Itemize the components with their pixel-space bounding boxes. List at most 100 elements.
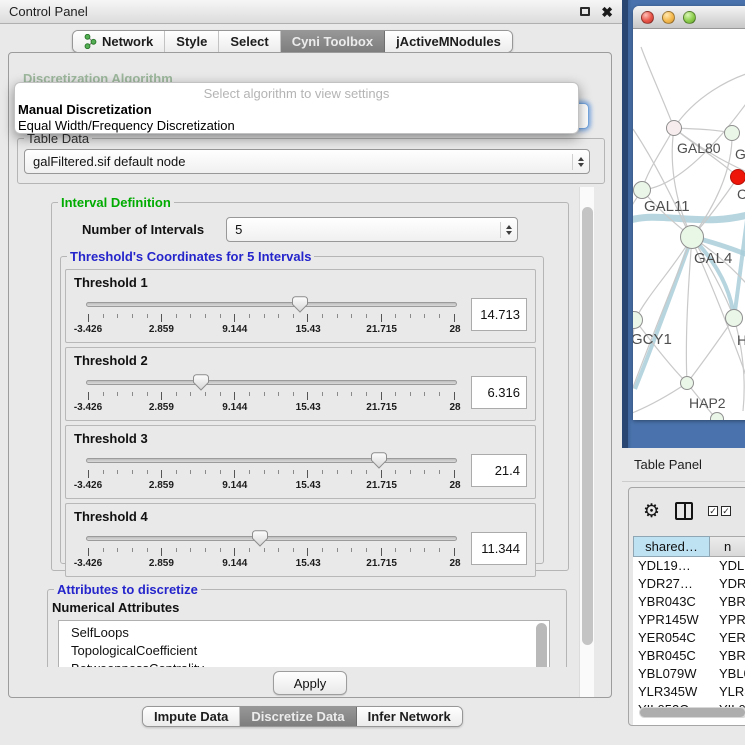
- table-row[interactable]: YER054CYER0: [633, 629, 745, 647]
- slider-thumb[interactable]: [292, 296, 308, 313]
- tab-label: Network: [102, 34, 153, 49]
- network-node-c[interactable]: [730, 169, 745, 185]
- tick-label: -3.426: [74, 480, 102, 491]
- cell-name: YPR1: [710, 611, 745, 629]
- network-node[interactable]: [710, 412, 724, 420]
- number-of-intervals-combobox[interactable]: 5: [226, 217, 518, 242]
- attributes-list-scrollbar[interactable]: [536, 623, 547, 667]
- panel-vertical-scrollbar[interactable]: [579, 187, 594, 697]
- threshold-1-value[interactable]: 14.713: [471, 298, 527, 331]
- control-panel-titlebar: Control Panel ✖: [0, 0, 622, 24]
- minimize-traffic-light-icon[interactable]: [662, 11, 675, 24]
- slider-ticks: [88, 392, 455, 401]
- tab-label: Cyni Toolbox: [292, 34, 373, 49]
- threshold-4-value[interactable]: 11.344: [471, 532, 527, 565]
- tab-network[interactable]: Network: [73, 31, 165, 52]
- threshold-3-value[interactable]: 21.4: [471, 454, 527, 487]
- table-data-combobox[interactable]: galFiltered.sif default node: [24, 149, 590, 174]
- attribute-item-topologicalcoefficient[interactable]: TopologicalCoefficient: [59, 642, 549, 660]
- columns-icon[interactable]: [675, 502, 693, 520]
- slider-track[interactable]: [86, 536, 457, 541]
- tick-label: 28: [449, 402, 460, 413]
- threshold-slider-3[interactable]: -3.4262.8599.14415.4321.71528: [86, 447, 457, 493]
- tick-label: 21.715: [366, 558, 397, 569]
- thresholds-group: Threshold's Coordinates for 5 Intervals …: [60, 256, 544, 564]
- cell-name: YBL0: [710, 665, 745, 683]
- network-canvas[interactable]: GAL80GACGAL11GAL4GCY1HHAP2: [633, 29, 745, 420]
- table-row[interactable]: YBR043CYBR0: [633, 593, 745, 611]
- tab-discretize-data[interactable]: Discretize Data: [240, 707, 356, 726]
- network-icon: [84, 34, 97, 49]
- dropdown-item-equal-width-frequency-discretization[interactable]: Equal Width/Frequency Discretization: [18, 118, 235, 133]
- tick-label: 21.715: [366, 402, 397, 413]
- attribute-item-selfloops[interactable]: SelfLoops: [59, 624, 549, 642]
- tick-label: 28: [449, 480, 460, 491]
- column-header-shared-name[interactable]: shared…: [633, 536, 710, 557]
- tick-label: 9.144: [222, 480, 247, 491]
- table-panel-title: Table Panel: [622, 448, 745, 482]
- threshold-slider-1[interactable]: -3.4262.8599.14415.4321.71528: [86, 291, 457, 337]
- close-icon[interactable]: ✖: [601, 5, 613, 19]
- table-row[interactable]: YLR345WYLR3: [633, 683, 745, 701]
- slider-track[interactable]: [86, 302, 457, 307]
- table-row[interactable]: YBL079WYBL0: [633, 665, 745, 683]
- float-window-icon[interactable]: [580, 7, 590, 16]
- network-node-gal4[interactable]: [680, 225, 704, 249]
- tab-infer-network[interactable]: Infer Network: [357, 707, 462, 726]
- table-horizontal-scrollbar[interactable]: [639, 707, 745, 718]
- tab-impute-data[interactable]: Impute Data: [143, 707, 240, 726]
- tab-label: Infer Network: [368, 709, 451, 724]
- slider-track[interactable]: [86, 380, 457, 385]
- table-row[interactable]: YDL19…YDL1: [633, 557, 745, 575]
- slider-ticks: [88, 314, 455, 323]
- gear-icon[interactable]: ⚙: [643, 502, 660, 521]
- network-window-titlebar: [633, 6, 745, 29]
- select-columns-icon[interactable]: ✓ ✓: [708, 506, 731, 516]
- slider-thumb[interactable]: [252, 530, 268, 547]
- tick-label: 2.859: [149, 558, 174, 569]
- network-node-gal80[interactable]: [666, 120, 682, 136]
- dropdown-item-manual-discretization[interactable]: Manual Discretization: [18, 102, 152, 117]
- node-table-rows: YDL19…YDL1YDR27…YDR2YBR043CYBR0YPR145WYP…: [633, 557, 745, 719]
- panel-scrollbar-thumb[interactable]: [582, 207, 593, 645]
- network-node-hap2[interactable]: [680, 376, 694, 390]
- network-node-gal11[interactable]: [633, 181, 651, 199]
- tab-style[interactable]: Style: [165, 31, 219, 52]
- network-view-window: GAL80GACGAL11GAL4GCY1HHAP2: [633, 6, 745, 420]
- settings-scroll-viewport: Interval Definition Number of Intervals …: [17, 187, 589, 667]
- combo-stepper-icon: [572, 154, 589, 170]
- table-row[interactable]: YBR045CYBR0: [633, 647, 745, 665]
- network-node-label: C: [737, 186, 745, 202]
- threshold-panel-2: Threshold 2-3.4262.8599.14415.4321.71528…: [65, 347, 536, 421]
- tick-label: 15.43: [296, 558, 321, 569]
- slider-ticks: [88, 470, 455, 479]
- apply-button[interactable]: Apply: [273, 671, 347, 695]
- tick-label: -3.426: [74, 324, 102, 335]
- combo-stepper-icon: [500, 222, 517, 238]
- attribute-item-betweennesscentrality[interactable]: BetweennessCentrality: [59, 660, 549, 667]
- cyni-toolbox-panel: Discretization Algorithm Select algorith…: [8, 52, 612, 698]
- numerical-attributes-list: SelfLoopsTopologicalCoefficientBetweenne…: [58, 620, 550, 667]
- table-hscrollbar-thumb[interactable]: [640, 708, 745, 717]
- close-traffic-light-icon[interactable]: [641, 11, 654, 24]
- cell-name: YDR2: [710, 575, 745, 593]
- threshold-panel-3: Threshold 3-3.4262.8599.14415.4321.71528…: [65, 425, 536, 499]
- slider-thumb[interactable]: [371, 452, 387, 469]
- threshold-2-value[interactable]: 6.316: [471, 376, 527, 409]
- zoom-traffic-light-icon[interactable]: [683, 11, 696, 24]
- slider-thumb[interactable]: [193, 374, 209, 391]
- table-row[interactable]: YDR27…YDR2: [633, 575, 745, 593]
- network-node-label: HAP2: [689, 395, 726, 411]
- table-row[interactable]: YPR145WYPR1: [633, 611, 745, 629]
- network-node-h[interactable]: [725, 309, 743, 327]
- tab-select[interactable]: Select: [219, 31, 280, 52]
- tab-jactivemnodules[interactable]: jActiveMNodules: [385, 31, 512, 52]
- cell-name: YDL1: [710, 557, 745, 575]
- column-header-name[interactable]: n: [710, 536, 745, 557]
- tab-cyni-toolbox[interactable]: Cyni Toolbox: [281, 31, 385, 52]
- threshold-slider-2[interactable]: -3.4262.8599.14415.4321.71528: [86, 369, 457, 415]
- slider-track[interactable]: [86, 458, 457, 463]
- threshold-slider-4[interactable]: -3.4262.8599.14415.4321.71528: [86, 525, 457, 571]
- cell-name: YER0: [710, 629, 745, 647]
- network-node-ga[interactable]: [724, 125, 740, 141]
